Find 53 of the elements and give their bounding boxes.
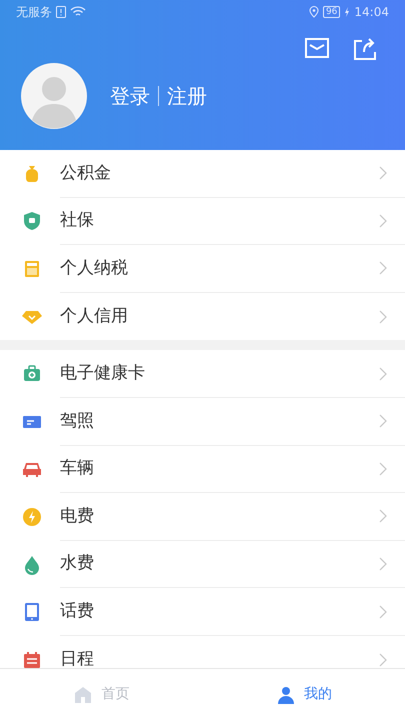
lightning-icon — [22, 506, 42, 527]
wifi-icon — [70, 6, 86, 18]
calculator-icon — [22, 258, 42, 279]
chevron-right-icon — [379, 652, 387, 667]
chevron-right-icon — [379, 166, 387, 180]
menu-item-label: 电费 — [60, 504, 95, 528]
battery-level-text: 96 — [322, 6, 340, 18]
carrier-text: 无服务 — [16, 4, 52, 21]
avatar-icon[interactable] — [20, 62, 88, 130]
menu-item-label: 电子健康卡 — [60, 362, 146, 385]
water-drop-icon — [22, 554, 42, 575]
menu-item-label: 个人纳税 — [60, 256, 129, 280]
menu-item[interactable]: 日程 — [0, 636, 405, 668]
shield-icon — [22, 211, 42, 232]
menu-item[interactable]: 驾照 — [0, 398, 405, 446]
chevron-right-icon — [379, 557, 387, 572]
chevron-right-icon — [379, 509, 387, 524]
menu-item[interactable]: 个人纳税 — [0, 245, 405, 293]
menu-item-label: 车辆 — [60, 457, 95, 480]
register-link[interactable]: 注册 — [167, 81, 207, 111]
menu-item[interactable]: 水费 — [0, 540, 405, 588]
chevron-right-icon — [379, 214, 387, 228]
tablet-icon — [22, 602, 42, 622]
mail-icon[interactable] — [305, 38, 329, 58]
person-icon — [276, 684, 296, 704]
menu-item-label: 社保 — [60, 209, 95, 232]
menu-item[interactable]: 电费 — [0, 493, 405, 541]
menu-item[interactable]: 电子健康卡 — [0, 350, 405, 398]
chevron-right-icon — [379, 462, 387, 476]
login-link[interactable]: 登录 — [110, 81, 150, 111]
menu-item[interactable]: 公积金 — [0, 150, 405, 198]
menu-item-label: 日程 — [60, 648, 95, 668]
location-icon — [308, 6, 319, 18]
chevron-right-icon — [379, 310, 387, 324]
tab-bar-item[interactable]: 我的 — [202, 669, 405, 720]
menu-item-label: 话费 — [60, 600, 95, 623]
sim-alert-icon — [56, 6, 66, 18]
menu-item-label: 个人信用 — [60, 304, 129, 328]
charging-icon — [344, 7, 350, 17]
chevron-right-icon — [379, 604, 387, 619]
menu-item[interactable]: 话费 — [0, 588, 405, 636]
menu-item[interactable]: 社保 — [0, 198, 405, 246]
chevron-right-icon — [379, 366, 387, 381]
clock-text: 14:04 — [354, 4, 389, 21]
menu-item-label: 驾照 — [60, 410, 95, 433]
menu-item[interactable]: 个人信用 — [0, 292, 405, 340]
chevron-right-icon — [379, 414, 387, 428]
menu-item-label: 公积金 — [60, 162, 112, 185]
home-icon — [73, 684, 94, 704]
menu-item-label: 水费 — [60, 552, 95, 576]
menu-item[interactable]: 车辆 — [0, 446, 405, 494]
chevron-right-icon — [379, 261, 387, 276]
share-icon[interactable] — [353, 38, 377, 60]
